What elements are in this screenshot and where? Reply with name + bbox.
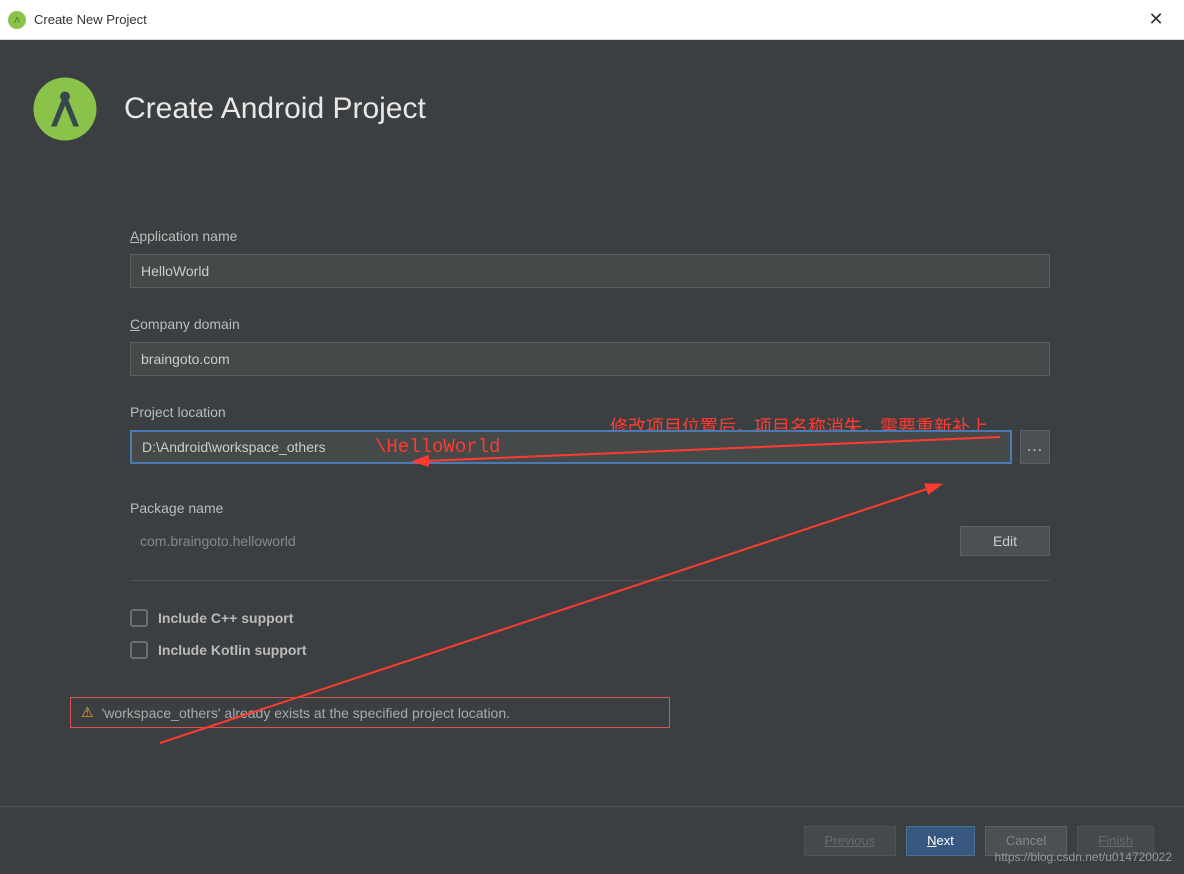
- next-button[interactable]: Next: [906, 826, 975, 856]
- window-title: Create New Project: [34, 12, 1136, 27]
- kotlin-label: Include Kotlin support: [158, 642, 307, 658]
- divider: [130, 580, 1050, 581]
- company-label: Company domain: [130, 316, 1054, 332]
- kotlin-checkbox[interactable]: [130, 641, 148, 659]
- android-studio-logo: [30, 74, 100, 144]
- edit-button[interactable]: Edit: [960, 526, 1050, 556]
- location-label: Project location: [130, 404, 1054, 420]
- package-group: Package name com.braingoto.helloworld Ed…: [130, 500, 1054, 581]
- browse-button[interactable]: ...: [1020, 430, 1050, 464]
- titlebar: Create New Project ✕: [0, 0, 1184, 40]
- appname-label: Application name: [130, 228, 1054, 244]
- company-group: Company domain: [130, 316, 1054, 376]
- package-label: Package name: [130, 500, 1054, 516]
- wizard-footer: Previous Next Cancel Finish https://blog…: [0, 806, 1184, 874]
- warning-box: ⚠ 'workspace_others' already exists at t…: [70, 697, 670, 728]
- appname-input[interactable]: [130, 254, 1050, 288]
- cpp-checkbox[interactable]: [130, 609, 148, 627]
- wizard-title: Create Android Project: [124, 92, 426, 126]
- location-group: Project location \HelloWorld ...: [130, 404, 1054, 464]
- wizard-body: Application name Company domain 修改项目位置后，…: [0, 178, 1184, 806]
- warning-text: 'workspace_others' already exists at the…: [102, 705, 510, 721]
- kotlin-checkbox-row[interactable]: Include Kotlin support: [130, 641, 1054, 659]
- close-icon[interactable]: ✕: [1136, 9, 1176, 30]
- wizard-header: Create Android Project: [0, 40, 1184, 178]
- warning-icon: ⚠: [81, 704, 94, 721]
- package-value: com.braingoto.helloworld: [130, 533, 960, 549]
- cpp-checkbox-row[interactable]: Include C++ support: [130, 609, 1054, 627]
- watermark: https://blog.csdn.net/u014720022: [995, 850, 1172, 864]
- appname-group: Application name: [130, 228, 1054, 288]
- cpp-label: Include C++ support: [158, 610, 293, 626]
- android-studio-icon: [8, 11, 26, 29]
- location-input[interactable]: [130, 430, 1012, 464]
- previous-button: Previous: [804, 826, 897, 856]
- company-input[interactable]: [130, 342, 1050, 376]
